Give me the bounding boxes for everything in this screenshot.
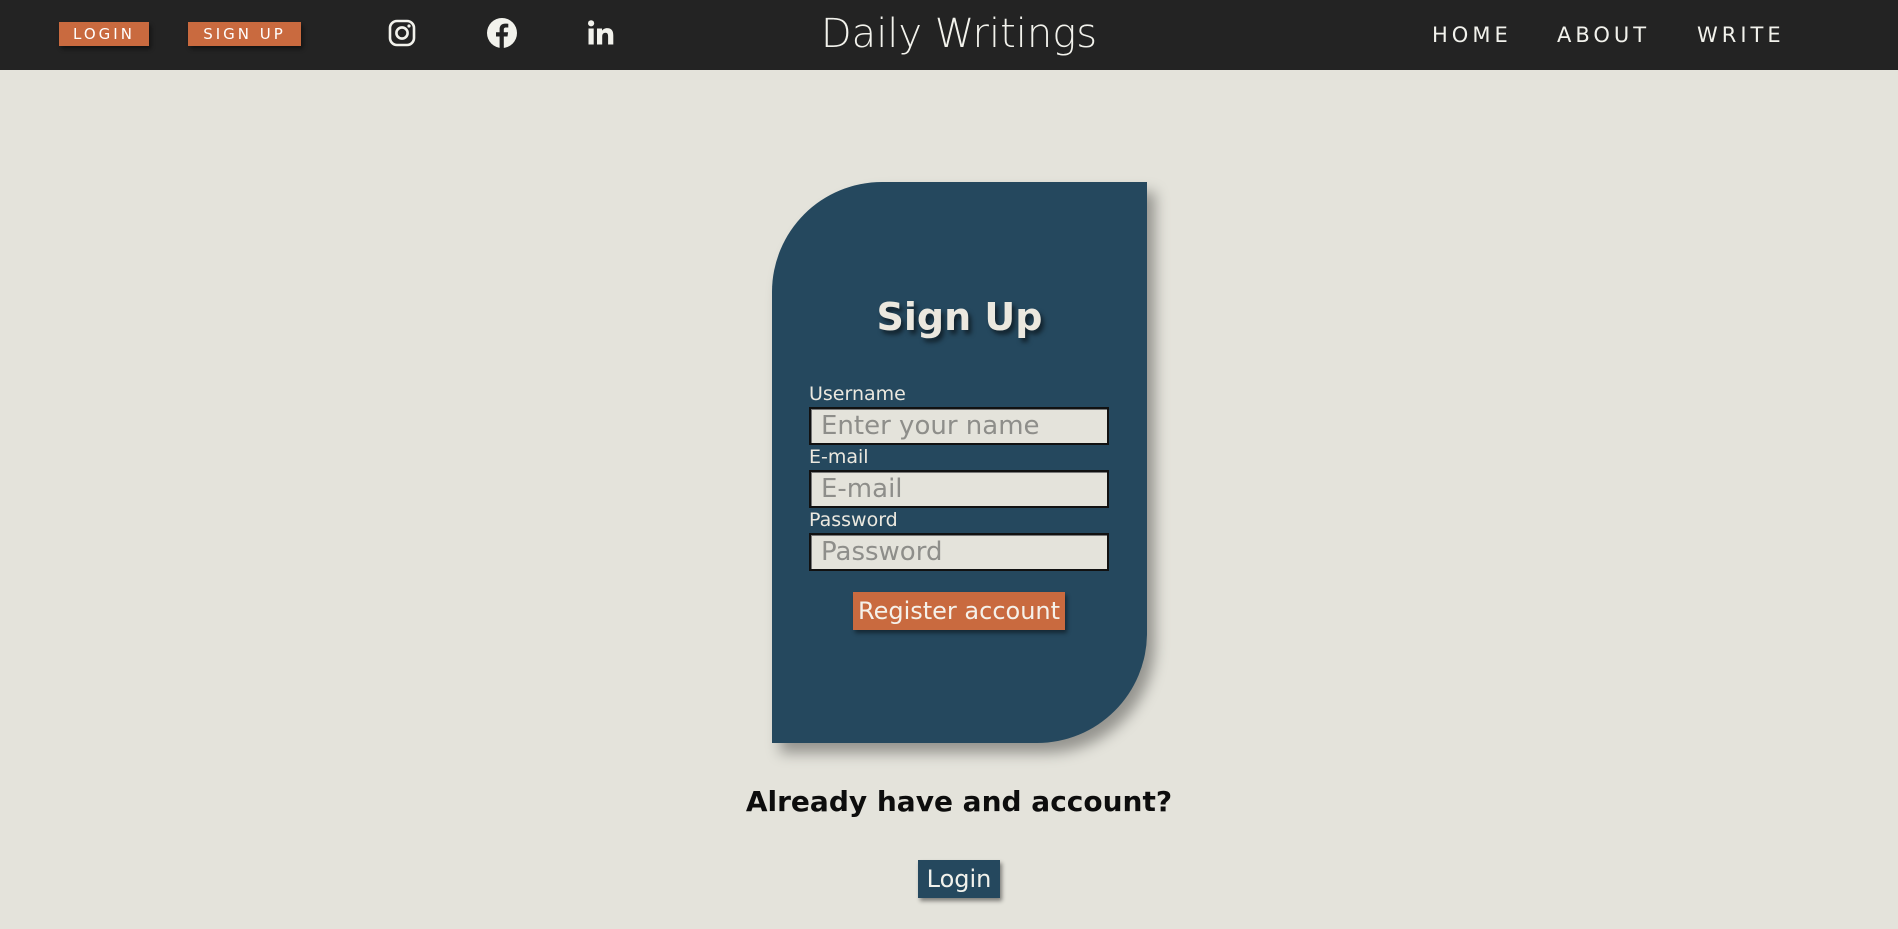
username-input[interactable] bbox=[809, 407, 1109, 445]
password-label: Password bbox=[809, 509, 898, 531]
nav-write-link[interactable]: WRITE bbox=[1697, 22, 1785, 48]
email-input[interactable] bbox=[809, 470, 1109, 508]
nav-home-link[interactable]: HOME bbox=[1432, 22, 1512, 48]
already-have-account-text: Already have and account? bbox=[745, 785, 1173, 818]
site-title: Daily Writings bbox=[820, 11, 1098, 57]
login-link-button[interactable]: Login bbox=[918, 860, 1000, 898]
register-account-button[interactable]: Register account bbox=[853, 592, 1065, 630]
password-input[interactable] bbox=[809, 533, 1109, 571]
signup-title: Sign Up bbox=[876, 295, 1043, 339]
nav-about-link[interactable]: ABOUT bbox=[1557, 22, 1650, 48]
signup-button[interactable]: SIGN UP bbox=[188, 22, 301, 46]
top-navbar: LOGIN SIGN UP Daily Writings HOME ABOUT … bbox=[0, 0, 1898, 70]
linkedin-icon[interactable] bbox=[585, 17, 617, 49]
facebook-icon[interactable] bbox=[486, 17, 518, 49]
email-label: E-mail bbox=[809, 446, 869, 468]
instagram-icon[interactable] bbox=[386, 17, 418, 49]
signup-card: Sign Up Username E-mail Password Registe… bbox=[772, 182, 1147, 743]
login-button[interactable]: LOGIN bbox=[59, 22, 149, 46]
username-label: Username bbox=[809, 383, 906, 405]
